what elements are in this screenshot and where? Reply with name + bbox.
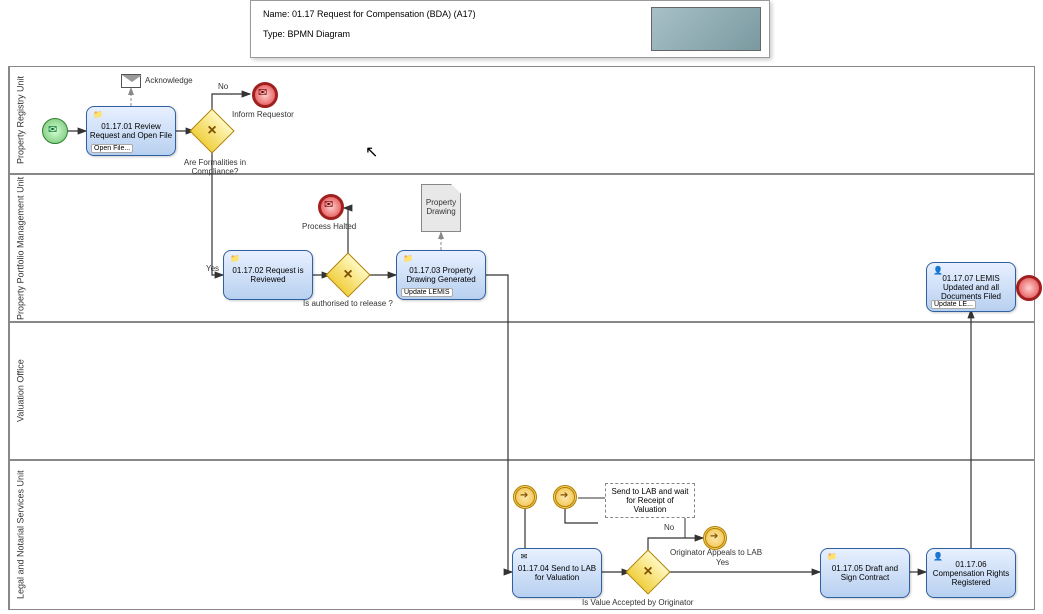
user-icon: 👤 xyxy=(931,552,945,562)
inform-label: Inform Requestor xyxy=(232,110,294,119)
start-event[interactable]: ✉ xyxy=(42,118,68,144)
ack-label: Acknowledge xyxy=(145,76,193,85)
lane-label-3: Valuation Office xyxy=(9,323,31,459)
task-label: 01.17.02 Request is Reviewed xyxy=(226,266,310,284)
lane-valuation-office: Valuation Office xyxy=(8,322,1035,460)
task-lemis-updated[interactable]: 👤 01.17.07 LEMIS Updated and all Documen… xyxy=(926,262,1016,312)
task-property-drawing[interactable]: 📁 01.17.03 Property Drawing Generated Up… xyxy=(396,250,486,300)
appeal-label: Originator Appeals to LAB xyxy=(670,548,762,557)
halted-label: Process Halted xyxy=(302,222,356,231)
end-event-final[interactable] xyxy=(1016,275,1042,301)
task-review-request[interactable]: 📁 01.17.01 Review Request and Open File … xyxy=(86,106,176,156)
task-compensation-rights[interactable]: 👤 01.17.06 Compensation Rights Registere… xyxy=(926,548,1016,598)
task-draft-sign[interactable]: 📁 01.17.05 Draft and Sign Contract xyxy=(820,548,910,598)
task-label: 01.17.07 LEMIS Updated and all Documents… xyxy=(929,274,1013,301)
intermediate-event-link1[interactable] xyxy=(513,485,537,509)
folder-icon: 📁 xyxy=(228,254,242,264)
no-label-2: No xyxy=(664,523,674,532)
gateway-label-3: Is Value Accepted by Originator xyxy=(582,598,693,607)
yes-label-1: Yes xyxy=(206,264,219,273)
end-event-inform[interactable] xyxy=(252,82,278,108)
text-annotation: Send to LAB and wait for Receipt of Valu… xyxy=(605,483,695,518)
cursor-pointer-icon: ↖ xyxy=(365,142,378,162)
subtask-label: Update LE... xyxy=(931,300,976,309)
task-send-lab[interactable]: ✉ 01.17.04 Send to LAB for Valuation xyxy=(512,548,602,598)
folder-icon: 📁 xyxy=(91,110,105,120)
diagram-header: Name: 01.17 Request for Compensation (BD… xyxy=(250,0,770,58)
annot-text: Send to LAB and wait for Receipt of Valu… xyxy=(612,487,689,514)
task-label: 01.17.06 Compensation Rights Registered xyxy=(929,560,1013,587)
gateway-label-2: Is authorised to release ? xyxy=(303,299,393,308)
task-request-reviewed[interactable]: 📁 01.17.02 Request is Reviewed xyxy=(223,250,313,300)
folder-icon: 📁 xyxy=(825,552,839,562)
lane-label-2: Property Portfolio Management Unit xyxy=(9,175,31,321)
name-label: Name: xyxy=(263,9,290,19)
end-event-halted[interactable] xyxy=(318,194,344,220)
gateway-label-1: Are Formalities in Compliance? xyxy=(180,158,250,176)
task-label: 01.17.04 Send to LAB for Valuation xyxy=(515,564,599,582)
no-label-1: No xyxy=(218,82,228,91)
task-label: 01.17.03 Property Drawing Generated xyxy=(399,266,483,284)
lane-property-portfolio: Property Portfolio Management Unit xyxy=(8,174,1035,322)
envelope-icon: ✉ xyxy=(517,552,531,562)
yes-label-2: Yes xyxy=(716,558,729,567)
subtask-label: Open File... xyxy=(91,144,133,153)
envelope-icon xyxy=(121,74,141,88)
task-label: 01.17.01 Review Request and Open File xyxy=(89,122,173,140)
intermediate-event-appeal[interactable] xyxy=(703,526,727,550)
drawing-label: Property Drawing xyxy=(424,198,458,216)
name-value: 01.17 Request for Compensation (BDA) (A1… xyxy=(292,9,476,19)
folder-icon: 📁 xyxy=(401,254,415,264)
subtask-label: Update LEMIS xyxy=(401,288,453,297)
type-label: Type: xyxy=(263,29,285,39)
header-image xyxy=(651,7,761,51)
lane-label-4: Legal and Notarial Services Unit xyxy=(9,461,31,609)
lane-label-1: Property Registry Unit xyxy=(9,67,31,173)
user-icon: 👤 xyxy=(931,266,945,276)
task-label: 01.17.05 Draft and Sign Contract xyxy=(823,564,907,582)
type-value: BPMN Diagram xyxy=(288,29,351,39)
intermediate-event-link2[interactable] xyxy=(553,485,577,509)
